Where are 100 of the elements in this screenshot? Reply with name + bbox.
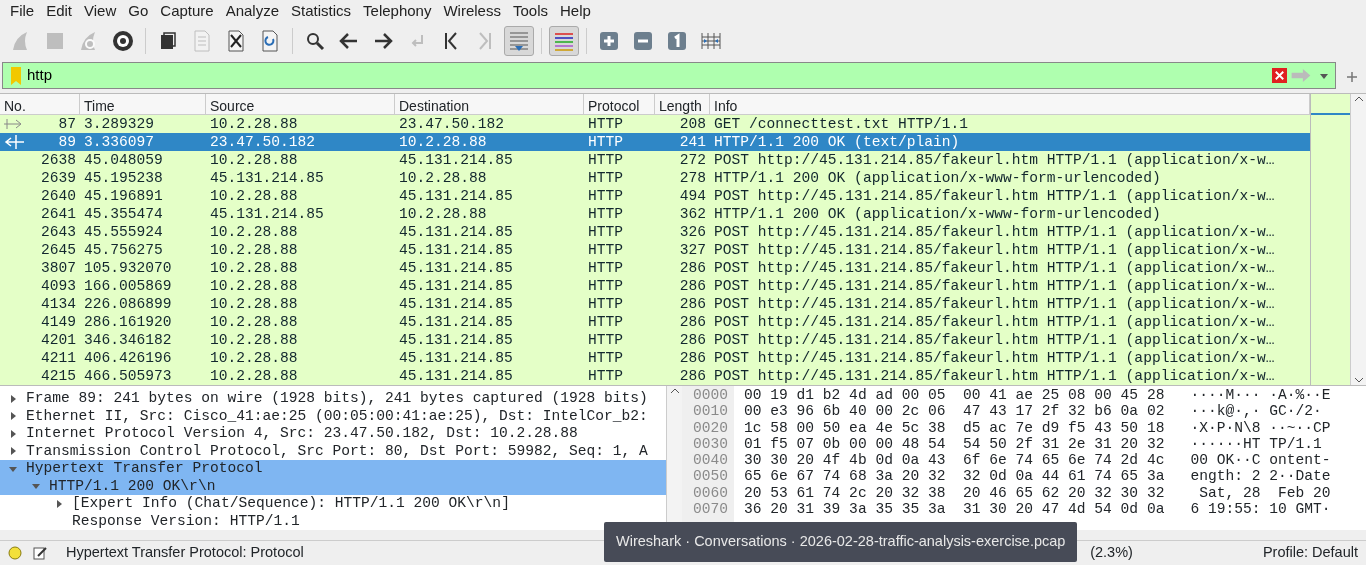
column-header[interactable]: Time	[80, 94, 206, 114]
table-cell-text: 45.131.214.85	[209, 205, 325, 223]
packet-row[interactable]: 87 3.289329 10.2.28.88 23.47.50.182 HTTP 208 GET /connecttest.txt HTTP/1.1	[0, 115, 1310, 133]
table-cell-text: 362	[678, 205, 707, 223]
packet-row[interactable]: 2643 45.555924 10.2.28.88 45.131.214.85 HTTP 326 POST http://45.131.214.85/fakeurl.htm HTTP/1.1 (application/x-w…	[0, 223, 1310, 241]
tree-item[interactable]: Hypertext Transfer Protocol	[0, 460, 666, 478]
column-header[interactable]: Source	[206, 94, 395, 114]
table-cell-text: 10.2.28.88	[209, 331, 299, 349]
ascii-text: 6 19:55: 10 GMT·	[1190, 501, 1331, 518]
tree-label: [Expert Info (Chat/Sequence): HTTP/1.1 200 OK\r\n]	[72, 495, 510, 513]
ascii-text: ····M··· ·A·%··E	[1190, 387, 1331, 404]
menu-item[interactable]: Analyze	[219, 0, 286, 23]
table-cell: 4093	[40, 277, 76, 295]
table-cell-text: HTTP	[587, 259, 625, 277]
packet-row[interactable]: 4149 286.161920 10.2.28.88 45.131.214.85 HTTP 286 POST http://45.131.214.85/fakeurl.htm HTTP/1.1 (application/x-w…	[0, 313, 1310, 331]
table-cell-text: HTTP/1.1 200 OK (application/x-www-form-urlencoded)	[713, 205, 1162, 223]
table-cell-text: POST http://45.131.214.85/fakeurl.htm HTTP/1.1 (application/x-w…	[713, 331, 1276, 349]
packet-row[interactable]: 4211 406.426196 10.2.28.88 45.131.214.85 HTTP 286 POST http://45.131.214.85/fakeurl.htm HTTP/1.1 (application/x-w…	[0, 349, 1310, 367]
table-cell-text: 45.756275	[83, 241, 164, 259]
table-cell-text: 45.131.214.85	[398, 313, 514, 331]
profile-label[interactable]: Profile: Default	[1262, 542, 1358, 564]
table-cell-text: HTTP	[587, 151, 625, 169]
table-cell-text: 10.2.28.88	[209, 259, 299, 277]
menu-item[interactable]: Help	[554, 0, 597, 23]
packet-row[interactable]: 4093 166.005869 10.2.28.88 45.131.214.85 HTTP 286 POST http://45.131.214.85/fakeurl.htm HTTP/1.1 (application/x-w…	[0, 277, 1310, 295]
packet-row[interactable]: 4134 226.086899 10.2.28.88 45.131.214.85 HTTP 286 POST http://45.131.214.85/fakeurl.htm HTTP/1.1 (application/x-w…	[0, 295, 1310, 313]
table-cell-text: 3.289329	[83, 115, 156, 133]
menu-item[interactable]: Capture	[154, 0, 220, 23]
ascii-text: Sat, 28 Feb 20	[1198, 484, 1331, 502]
menu-item[interactable]: Tools	[506, 0, 554, 23]
table-cell-text: HTTP	[587, 367, 625, 385]
table-cell-text: 45.131.214.85	[398, 277, 514, 295]
table-cell-text: 10.2.28.88	[209, 187, 299, 205]
table-cell: 89	[58, 133, 76, 151]
table-cell-text: HTTP/1.1 200 OK (application/x-www-form-urlencoded)	[713, 169, 1162, 187]
packet-row[interactable]: 2645 45.756275 10.2.28.88 45.131.214.85 HTTP 327 POST http://45.131.214.85/fakeurl.htm HTTP/1.1 (application/x-w…	[0, 241, 1310, 259]
table-cell-text: POST http://45.131.214.85/fakeurl.htm HTTP/1.1 (application/x-w…	[713, 295, 1276, 313]
tree-item[interactable]: Internet Protocol Version 4, Src: 23.47.50.182, Dst: 10.2.28.88	[0, 425, 666, 443]
table-cell-text: 10.2.28.88	[209, 367, 299, 385]
table-cell-text: 286	[678, 277, 707, 295]
status-text: Hypertext Transfer Protocol: Protocol	[66, 543, 304, 563]
table-cell-text: 23.47.50.182	[398, 115, 506, 133]
table-cell-text: 166.005869	[83, 277, 173, 295]
table-cell-text: 10.2.28.88	[209, 313, 299, 331]
column-header[interactable]: Protocol	[584, 94, 655, 114]
table-cell: 2641	[40, 205, 76, 223]
menu-item[interactable]: Edit	[40, 0, 79, 23]
table-cell-text: 10.2.28.88	[209, 295, 299, 313]
table-cell-text: 286	[678, 313, 707, 331]
table-cell-text: 45.131.214.85	[398, 367, 514, 385]
table-cell-text: 466.505973	[83, 367, 173, 385]
tree-label: Hypertext Transfer Protocol	[26, 460, 263, 478]
packet-row[interactable]: 4215 466.505973 10.2.28.88 45.131.214.85 HTTP 286 POST http://45.131.214.85/fakeurl.htm HTTP/1.1 (application/x-w…	[0, 367, 1310, 385]
hex-bytes: 1c 58 00 50 ea 4e 5c 38 d5 ac 7e d9 f5 43 50 18	[744, 419, 1165, 436]
menu-item[interactable]: Go	[122, 0, 155, 23]
packet-row[interactable]: 2640 45.196891 10.2.28.88 45.131.214.85 HTTP 494 POST http://45.131.214.85/fakeurl.htm HTTP/1.1 (application/x-w…	[0, 187, 1310, 205]
table-cell: 3807	[40, 259, 76, 277]
table-cell-text: 45.131.214.85	[398, 331, 514, 349]
menu-item[interactable]: Statistics	[285, 0, 358, 23]
table-cell: 4201	[40, 331, 76, 349]
column-header[interactable]: Destination	[395, 94, 584, 114]
filter-field[interactable]: http	[2, 62, 1336, 89]
table-cell-text: POST http://45.131.214.85/fakeurl.htm HTTP/1.1 (application/x-w…	[713, 223, 1276, 241]
menu-item[interactable]: Wireless	[437, 0, 507, 23]
packet-row[interactable]: 4201 346.346182 10.2.28.88 45.131.214.85 HTTP 286 POST http://45.131.214.85/fakeurl.htm HTTP/1.1 (application/x-w…	[0, 331, 1310, 349]
tree-item[interactable]: [Expert Info (Chat/Sequence): HTTP/1.1 200 OK\r\n]	[0, 495, 666, 513]
table-cell: 2643	[40, 223, 76, 241]
ascii-text: ength: 2 2··Date	[1190, 468, 1331, 485]
ascii-text: ······HT TP/1.1	[1190, 435, 1322, 453]
column-header[interactable]: Length	[655, 94, 710, 114]
offset-label: 0040	[693, 452, 729, 469]
packet-row[interactable]: 2639 45.195238 45.131.214.85 10.2.28.88 HTTP 278 HTTP/1.1 200 OK (application/x-www-form-urlencoded)	[0, 169, 1310, 187]
packet-row[interactable]: 89 3.336097 23.47.50.182 10.2.28.88 HTTP 241 HTTP/1.1 200 OK (text/plain)	[0, 133, 1310, 151]
table-cell-text: 241	[678, 133, 707, 151]
tree-label: Response Version: HTTP/1.1	[72, 512, 300, 530]
table-cell-text: POST http://45.131.214.85/fakeurl.htm HTTP/1.1 (application/x-w…	[713, 187, 1276, 205]
table-cell-text: 45.195238	[83, 169, 164, 187]
offset-label: 0030	[693, 435, 729, 453]
table-cell-text: HTTP	[587, 223, 625, 241]
packet-row[interactable]: 2641 45.355474 45.131.214.85 10.2.28.88 HTTP 362 HTTP/1.1 200 OK (application/x-www-form-urlencoded)	[0, 205, 1310, 223]
table-cell-text: 105.932070	[83, 259, 173, 277]
table-cell-text: 346.346182	[83, 331, 173, 349]
packet-row[interactable]: 3807 105.932070 10.2.28.88 45.131.214.85 HTTP 286 POST http://45.131.214.85/fakeurl.htm HTTP/1.1 (application/x-w…	[0, 259, 1310, 277]
table-cell-text: 45.131.214.85	[398, 241, 514, 259]
offset-label: 0060	[693, 484, 729, 502]
table-cell-text: 327	[678, 241, 707, 259]
menu-item[interactable]: File	[4, 0, 41, 23]
menu-item[interactable]: View	[78, 0, 123, 23]
table-cell-text: POST http://45.131.214.85/fakeurl.htm HTTP/1.1 (application/x-w…	[713, 241, 1276, 259]
packet-row[interactable]: 2638 45.048059 10.2.28.88 45.131.214.85 HTTP 272 POST http://45.131.214.85/fakeurl.htm HTTP/1.1 (application/x-w…	[0, 151, 1310, 169]
menu-item[interactable]: Telephony	[357, 0, 438, 23]
column-header[interactable]: No.	[0, 94, 80, 114]
table-cell-text: 3.336097	[83, 133, 156, 151]
table-cell-text: 494	[678, 187, 707, 205]
table-cell-text: 10.2.28.88	[209, 115, 299, 133]
table-cell-text: POST http://45.131.214.85/fakeurl.htm HTTP/1.1 (application/x-w…	[713, 277, 1276, 295]
offset-label: 0070	[693, 501, 729, 518]
filter-input[interactable]: http	[23, 64, 1272, 87]
table-cell-text: 10.2.28.88	[209, 349, 299, 367]
table-cell: 4215	[40, 367, 76, 385]
